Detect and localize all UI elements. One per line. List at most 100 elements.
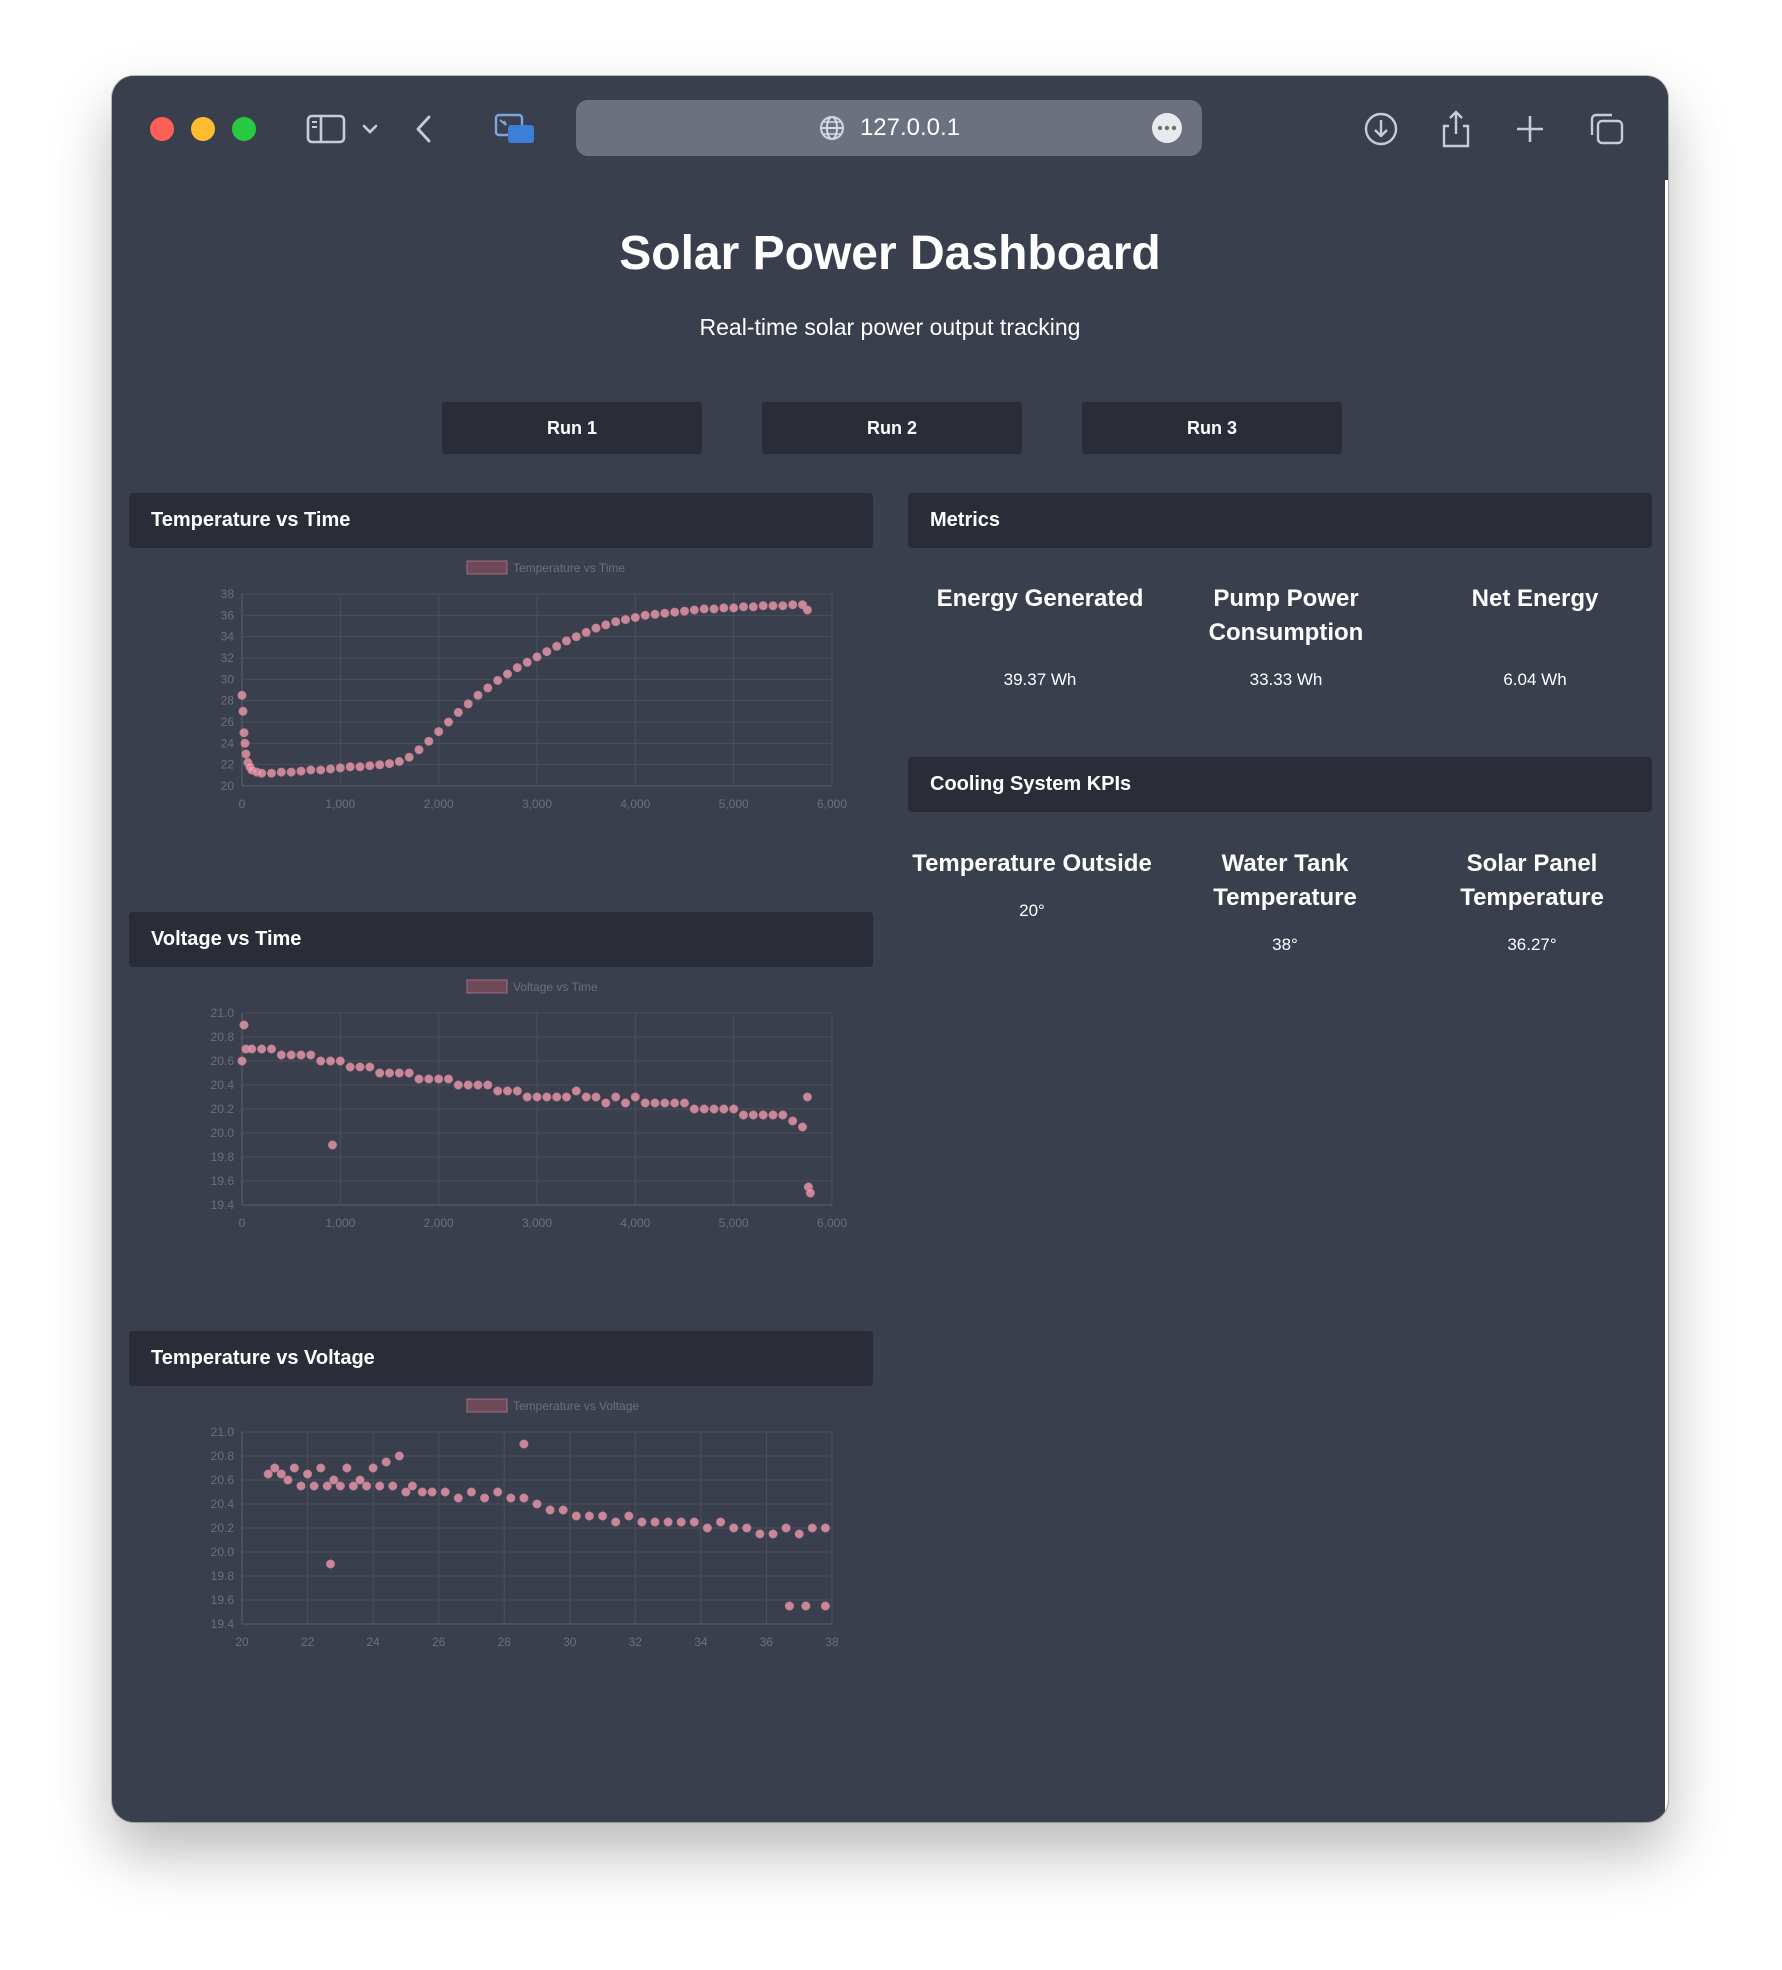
url-text: 127.0.0.1 (859, 114, 961, 141)
kpi-value: 38° (1272, 935, 1298, 954)
minimize-window-button[interactable] (191, 117, 215, 141)
y-tick-label: 20.2 (211, 1102, 235, 1116)
y-tick-label: 21.0 (211, 1006, 235, 1020)
data-point (755, 1529, 765, 1539)
y-tick-label: 19.8 (211, 1150, 235, 1164)
y-tick-label: 20.4 (211, 1078, 235, 1092)
data-point (414, 745, 424, 755)
y-tick-label: 20.8 (211, 1030, 235, 1044)
data-point (689, 605, 699, 615)
data-point (493, 675, 503, 685)
run-3-button[interactable]: Run 3 (1082, 402, 1342, 454)
data-point (239, 1020, 249, 1030)
data-point (820, 1601, 830, 1611)
data-point (581, 627, 591, 637)
data-point (335, 1481, 345, 1491)
data-point (598, 1511, 608, 1521)
legend-swatch (466, 979, 508, 994)
data-point (238, 706, 248, 716)
data-point (375, 760, 385, 770)
zoom-window-button[interactable] (232, 117, 256, 141)
data-point (676, 1517, 686, 1527)
data-point (552, 641, 562, 651)
x-tick-label: 3,000 (522, 797, 552, 811)
y-tick-label: 19.8 (211, 1569, 235, 1583)
data-point (417, 1487, 427, 1497)
x-tick-label: 5,000 (719, 1216, 749, 1230)
chevron-down-icon[interactable] (358, 106, 382, 152)
y-tick-label: 24 (221, 736, 235, 750)
data-point (748, 1110, 758, 1120)
data-point (257, 1044, 267, 1054)
data-point (519, 1493, 529, 1503)
data-point (680, 1098, 689, 1108)
data-point (807, 1523, 817, 1533)
data-point (768, 601, 778, 611)
close-window-button[interactable] (150, 117, 174, 141)
tab-picture-icon[interactable] (492, 106, 538, 152)
cooling-kpis-header: Cooling System KPIs (908, 757, 1652, 812)
data-point (270, 1463, 280, 1473)
data-point (355, 1062, 365, 1072)
more-options-icon[interactable] (1152, 113, 1182, 143)
share-icon[interactable] (1436, 106, 1476, 152)
browser-toolbar: 127.0.0.1 (112, 76, 1668, 180)
data-point (326, 1056, 335, 1066)
data-point (322, 1481, 332, 1491)
data-point (742, 1523, 752, 1533)
x-tick-label: 22 (301, 1635, 315, 1649)
run-2-button[interactable]: Run 2 (762, 402, 1022, 454)
data-point (355, 762, 365, 772)
data-point (296, 1050, 306, 1060)
data-point (663, 1517, 673, 1527)
x-tick-label: 1,000 (325, 797, 355, 811)
data-point (778, 601, 788, 611)
data-point (444, 717, 453, 727)
data-point (611, 617, 621, 627)
temperature-voltage-chart: Temperature vs Voltage 19.4 19.6 19.8 20.0 20… (211, 1398, 839, 1649)
data-point (660, 608, 670, 618)
x-tick-label: 34 (694, 1635, 708, 1649)
pump-power-metric: Pump Power Consumption 33.33 Wh (1174, 582, 1398, 722)
back-arrow-icon[interactable] (408, 106, 440, 152)
data-point (729, 1104, 739, 1114)
data-point (522, 1092, 532, 1102)
data-point (562, 636, 571, 646)
y-tick-label: 19.6 (211, 1593, 235, 1607)
run-1-button[interactable]: Run 1 (442, 402, 702, 454)
data-point (335, 763, 345, 773)
data-point (276, 767, 286, 777)
new-tab-icon[interactable] (1512, 106, 1548, 152)
data-point (473, 690, 483, 700)
data-point (571, 1086, 581, 1096)
page-title: Solar Power Dashboard (619, 227, 1161, 280)
data-point (453, 1493, 463, 1503)
data-point (263, 1469, 273, 1479)
data-point (601, 620, 611, 630)
data-point (542, 647, 552, 657)
data-point (404, 752, 414, 762)
data-point (296, 766, 306, 776)
data-point (401, 1487, 411, 1497)
data-point (365, 761, 375, 771)
data-point (650, 1517, 660, 1527)
download-icon[interactable] (1360, 106, 1402, 152)
data-point (286, 767, 296, 777)
data-point (532, 652, 542, 662)
sidebar-toggle-icon[interactable] (304, 106, 348, 152)
data-point (473, 1080, 483, 1090)
address-bar[interactable]: 127.0.0.1 (576, 100, 1202, 156)
y-tick-label: 20.0 (211, 1126, 235, 1140)
data-point (453, 1080, 463, 1090)
solar-panel-temperature-kpi: Solar Panel Temperature 36.27° (1432, 847, 1632, 987)
data-point (739, 1110, 748, 1120)
x-tick-label: 36 (760, 1635, 774, 1649)
data-point (440, 1487, 450, 1497)
y-tick-label: 30 (221, 672, 235, 686)
legend-label: Temperature vs Voltage (513, 1399, 639, 1413)
data-point (768, 1529, 778, 1539)
data-point (719, 603, 729, 613)
y-tick-label: 20.2 (211, 1521, 235, 1535)
dashboard-page: Solar Power Dashboard Real-time solar po… (112, 180, 1668, 1822)
tab-overview-icon[interactable] (1586, 106, 1628, 152)
